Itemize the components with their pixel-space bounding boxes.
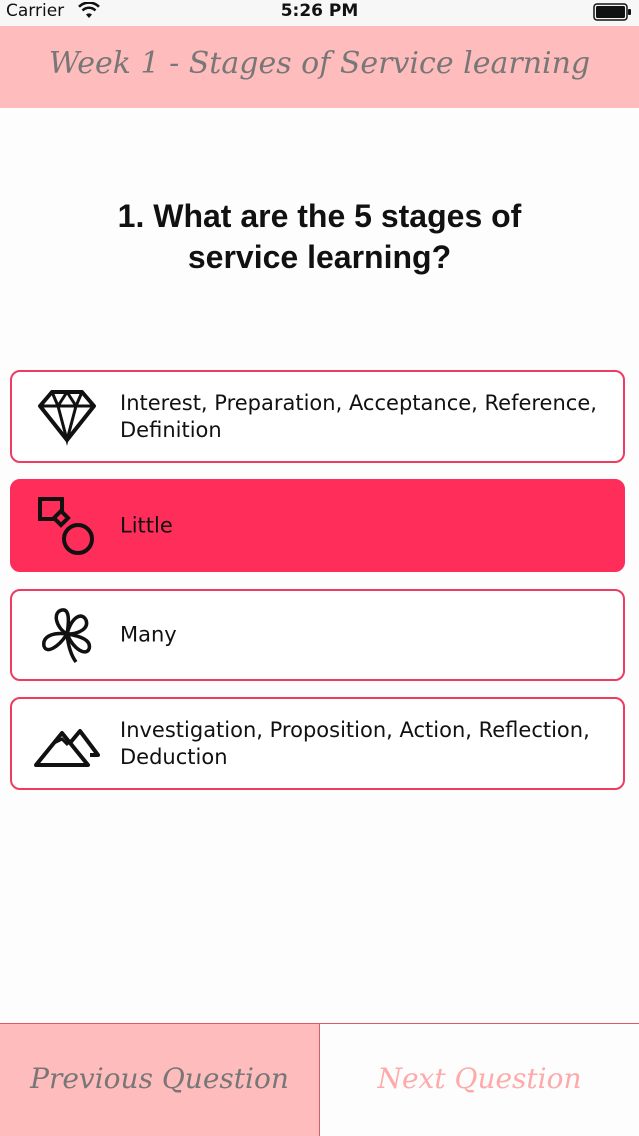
answer-label-2: Little	[120, 513, 173, 537]
next-question-label: Next Question	[377, 1062, 582, 1095]
previous-question-button[interactable]: Previous Question	[0, 1024, 320, 1136]
clock-time: 5:26 PM	[280, 1, 359, 21]
mountain-icon	[34, 711, 100, 777]
question-text: 1. What are the 5 stages of service lear…	[117, 198, 522, 275]
clover-icon	[34, 602, 100, 668]
answer-label-1: Interest, Preparation, Acceptance, Refer…	[120, 390, 597, 442]
battery-icon	[593, 3, 633, 26]
next-question-button[interactable]: Next Question	[320, 1024, 639, 1136]
answer-label-4: Investigation, Proposition, Action, Refl…	[120, 717, 590, 769]
shapes-icon	[34, 493, 100, 559]
diamond-icon	[34, 384, 100, 450]
previous-question-label: Previous Question	[30, 1062, 289, 1095]
status-bar: Carrier 5:26 PM	[0, 0, 639, 26]
answer-label-3: Many	[120, 622, 177, 647]
answer-option-1[interactable]: Interest, Preparation, Acceptance, Refer…	[10, 370, 625, 463]
answer-option-2[interactable]: Little	[10, 479, 625, 572]
answer-option-3[interactable]: Many	[10, 589, 625, 681]
header-bar: Week 1 - Stages of Service learning	[0, 26, 639, 108]
answer-option-4[interactable]: Investigation, Proposition, Action, Refl…	[10, 697, 625, 790]
page-title: Week 1 - Stages of Service learning	[48, 46, 591, 81]
